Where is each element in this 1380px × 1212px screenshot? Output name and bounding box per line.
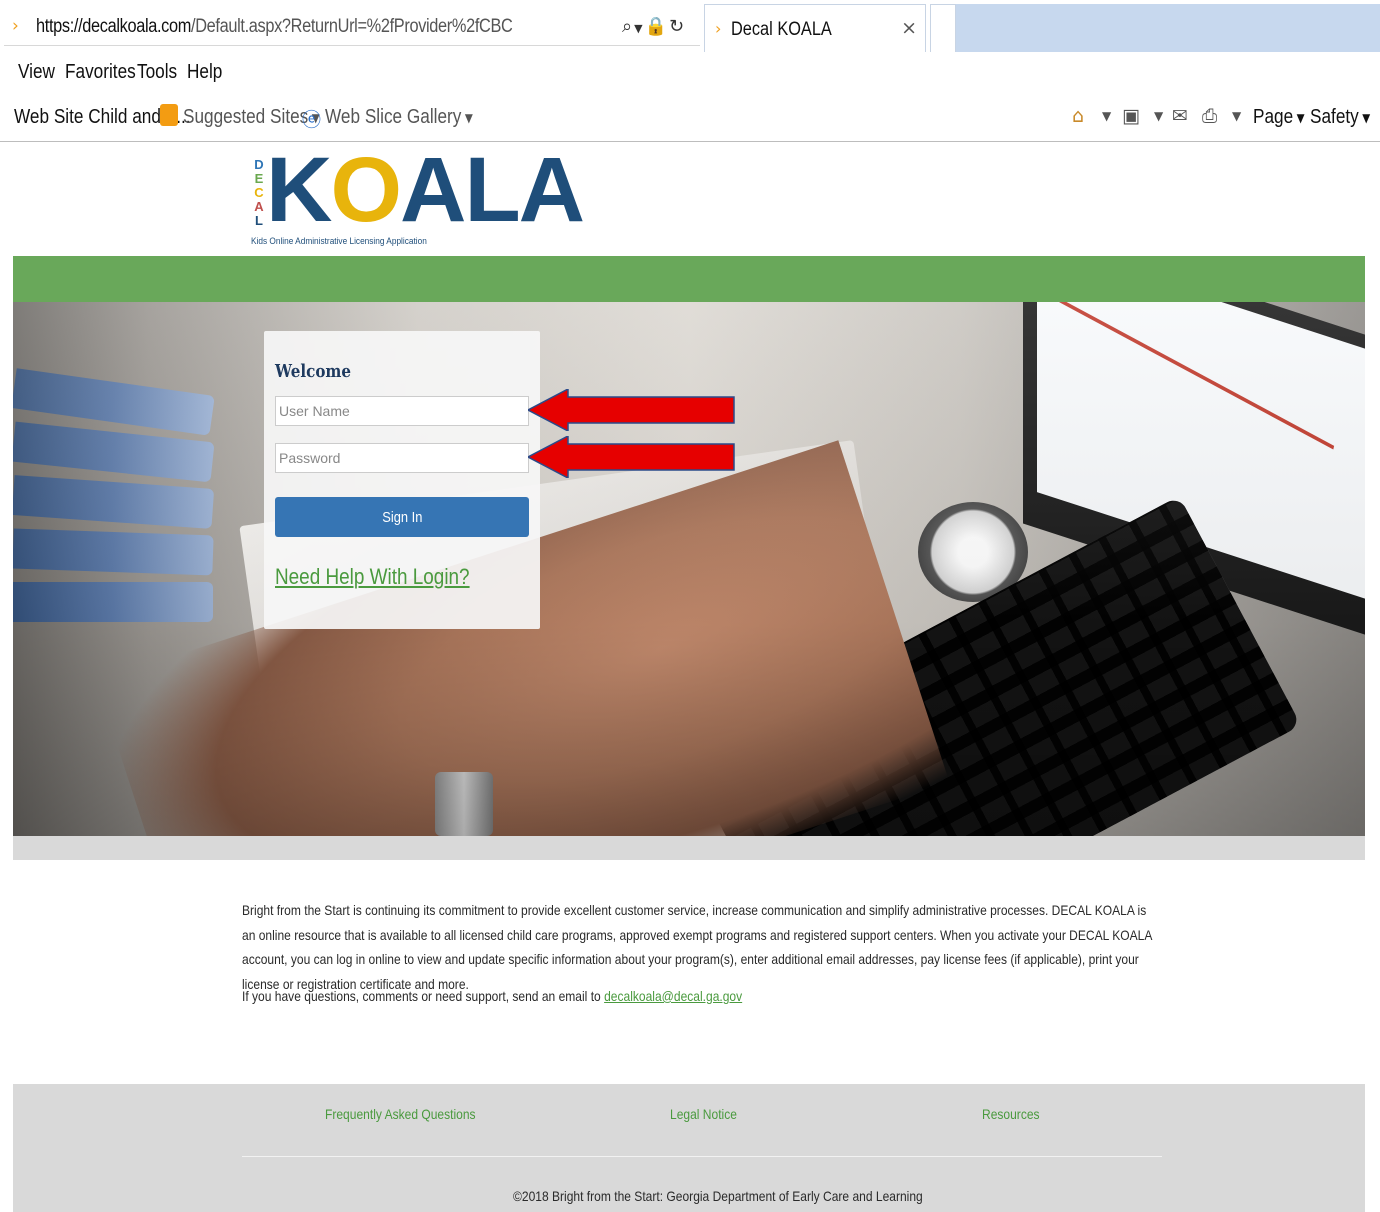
- footer-link-faq[interactable]: Frequently Asked Questions: [325, 1106, 476, 1122]
- search-icon[interactable]: ⌕: [622, 16, 634, 37]
- footer-divider: [242, 1156, 1162, 1157]
- page-menu[interactable]: Page ▼: [1253, 106, 1305, 129]
- menu-bar: View Favorites Tools Help: [0, 52, 1380, 94]
- refresh-icon[interactable]: ↻: [669, 16, 686, 37]
- tab-favicon-icon: ›: [715, 19, 722, 38]
- logo-tagline: Kids Online Administrative Licensing App…: [251, 236, 427, 246]
- chevron-down-icon: ▼: [1362, 110, 1371, 125]
- ie-icon: ⓔ: [302, 109, 322, 131]
- page-menu-label: Page: [1253, 106, 1294, 128]
- menu-favorites[interactable]: Favorites: [65, 61, 136, 84]
- hero-image: [13, 302, 1365, 836]
- tab-strip-background: [956, 4, 1380, 52]
- browser-address-row: › https://decalkoala.com/Default.aspx?Re…: [0, 0, 1380, 52]
- menu-view[interactable]: View: [18, 61, 55, 84]
- browser-tab[interactable]: › Decal KOALA ×: [704, 4, 926, 52]
- safety-menu[interactable]: Safety ▼: [1310, 106, 1370, 129]
- password-input[interactable]: [275, 443, 529, 473]
- safety-menu-label: Safety: [1310, 106, 1359, 128]
- address-actions: ⌕▼🔒↻: [622, 16, 686, 37]
- red-arrow-username: [528, 389, 735, 431]
- chevron-down-icon: ▼: [1296, 110, 1305, 125]
- menu-help[interactable]: Help: [187, 61, 222, 84]
- chevron-down-icon: ▼: [464, 110, 473, 125]
- address-url[interactable]: https://decalkoala.com/Default.aspx?Retu…: [36, 16, 513, 38]
- menu-tools[interactable]: Tools: [137, 61, 177, 84]
- home-icon[interactable]: ⌂: [1072, 105, 1084, 127]
- logo-letter-o: O: [330, 139, 402, 241]
- favorites-bar: Web Site Child and A... Suggested Sites ▼…: [0, 94, 1380, 142]
- logo-letters-ala: ALA: [400, 139, 585, 241]
- footer-link-legal[interactable]: Legal Notice: [670, 1106, 737, 1122]
- suggested-sites-label: Suggested Sites: [183, 106, 309, 128]
- support-email-link[interactable]: decalkoala@decal.ga.gov: [604, 988, 742, 1004]
- sign-in-label: Sign In: [381, 508, 423, 526]
- feeds-icon[interactable]: ▣: [1122, 105, 1140, 127]
- nav-green-bar: [13, 256, 1365, 302]
- support-text: If you have questions, comments or need …: [242, 988, 601, 1004]
- hero-bottom-band: [13, 836, 1365, 860]
- web-slice-gallery-label: Web Slice Gallery: [325, 106, 462, 128]
- mail-icon[interactable]: ✉: [1172, 105, 1188, 127]
- intro-paragraph: Bright from the Start is continuing its …: [242, 902, 1152, 992]
- chevron-down-icon[interactable]: ▼: [1102, 109, 1111, 123]
- red-arrow-password: [528, 436, 735, 478]
- chevron-down-icon[interactable]: ▼: [1154, 109, 1163, 123]
- login-help-link[interactable]: Need Help With Login?: [275, 564, 470, 590]
- welcome-heading: Welcome: [275, 361, 352, 382]
- new-tab-button[interactable]: [930, 4, 956, 52]
- hero-overlay: [13, 302, 1365, 836]
- koala-wordmark: KOALA: [266, 144, 585, 236]
- logo-letter-k: K: [266, 139, 332, 241]
- support-paragraph: If you have questions, comments or need …: [242, 988, 742, 1004]
- footer-link-resources[interactable]: Resources: [982, 1106, 1040, 1122]
- tab-title: Decal KOALA: [731, 19, 832, 40]
- print-icon[interactable]: ⎙: [1202, 105, 1217, 127]
- url-host: https://decalkoala.com: [36, 16, 192, 37]
- username-input[interactable]: [275, 396, 529, 426]
- favorite-suggested-sites[interactable]: Suggested Sites ▼: [183, 106, 320, 129]
- sign-in-button[interactable]: Sign In: [275, 497, 529, 537]
- suggested-sites-icon: [160, 104, 178, 126]
- address-bar[interactable]: › https://decalkoala.com/Default.aspx?Re…: [4, 6, 700, 46]
- copyright: ©2018 Bright from the Start: Georgia Dep…: [513, 1188, 923, 1204]
- login-panel: Welcome Sign In Need Help With Login?: [264, 331, 540, 629]
- dropdown-caret-icon[interactable]: ▼: [634, 22, 644, 35]
- koala-logo[interactable]: D E C A L KOALA Kids Online Administrati…: [250, 144, 585, 252]
- chevron-down-icon[interactable]: ▼: [1232, 109, 1241, 123]
- url-path: /Default.aspx?ReturnUrl=%2fProvider%2fCB…: [191, 16, 513, 37]
- favorite-web-slice-gallery[interactable]: Web Slice Gallery ▼: [325, 106, 473, 129]
- footer: Frequently Asked Questions Legal Notice …: [13, 1084, 1365, 1212]
- lock-icon[interactable]: 🔒: [645, 16, 669, 37]
- close-tab-icon[interactable]: ×: [901, 17, 917, 39]
- site-favicon-icon: ›: [12, 16, 19, 36]
